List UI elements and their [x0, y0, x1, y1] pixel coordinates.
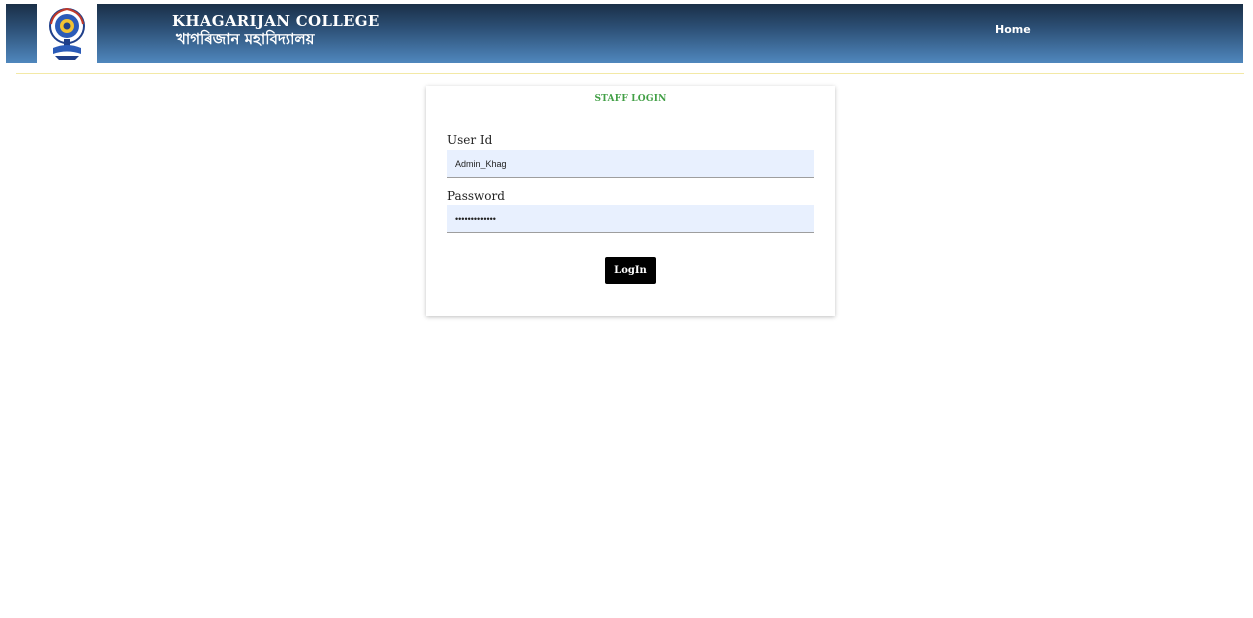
login-title: STAFF LOGIN — [594, 94, 667, 104]
password-label: Password — [447, 189, 505, 203]
user-id-input[interactable] — [447, 150, 814, 178]
site-header: KHAGARIJAN COLLEGE খাগৰিজান মহাবিদ্যালয়… — [6, 4, 1243, 63]
staff-login-card: STAFF LOGIN User Id Password LogIn — [426, 86, 835, 316]
college-emblem-icon — [49, 7, 85, 60]
password-input[interactable] — [447, 205, 814, 233]
login-button[interactable]: LogIn — [605, 257, 656, 284]
college-brand: KHAGARIJAN COLLEGE খাগৰিজান মহাবিদ্যালয় — [172, 12, 380, 49]
college-name-assamese: খাগৰিজান মহাবিদ্যালয় — [176, 30, 315, 48]
header-divider — [16, 73, 1244, 74]
college-name-english: KHAGARIJAN COLLEGE — [172, 12, 380, 30]
college-logo[interactable] — [37, 4, 97, 63]
user-id-label: User Id — [447, 133, 493, 147]
nav-home-link[interactable]: Home — [995, 23, 1031, 36]
